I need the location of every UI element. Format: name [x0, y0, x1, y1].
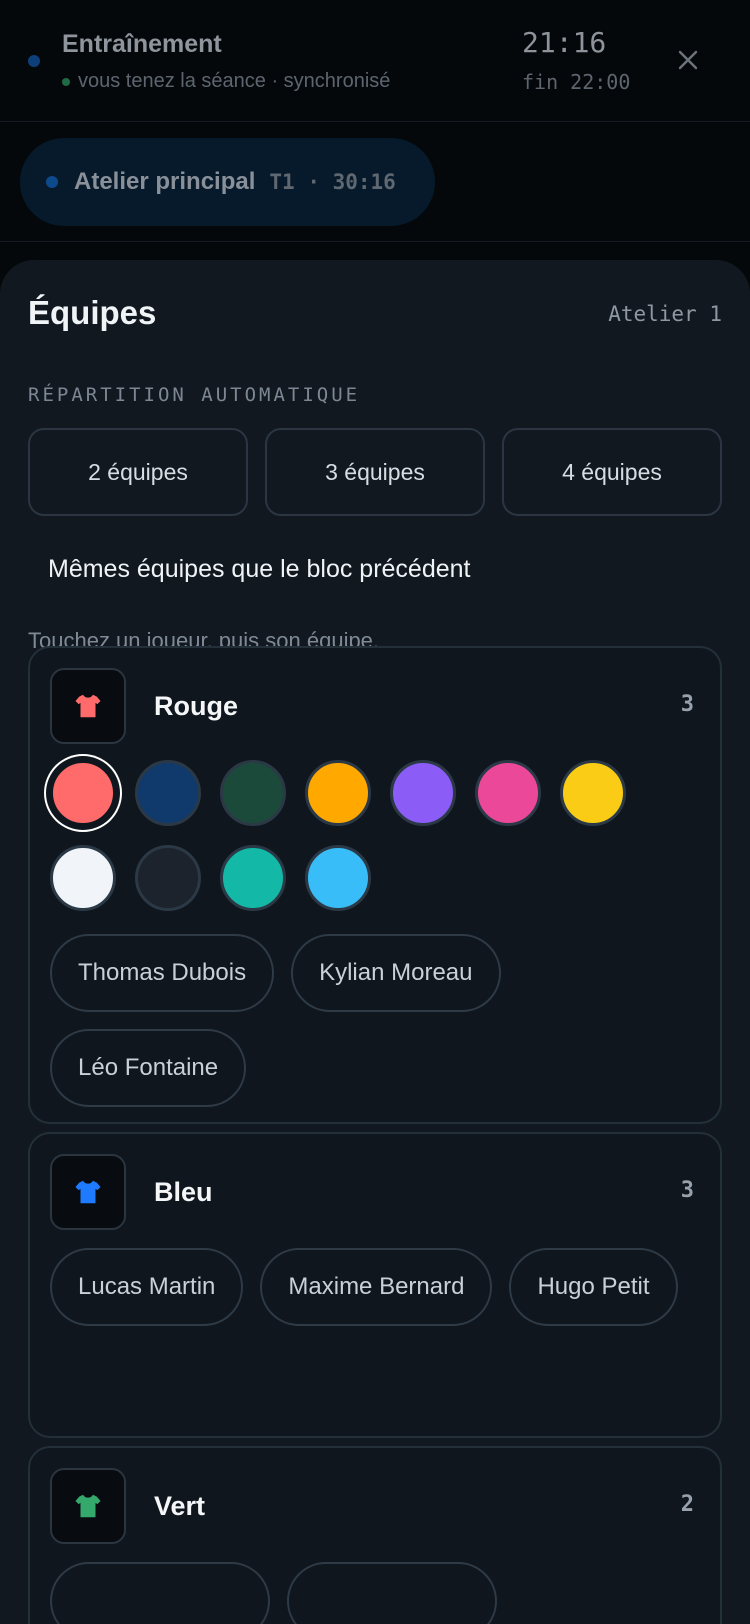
player-chip[interactable]: Kylian Moreau [291, 934, 501, 1012]
player-chip[interactable]: Thomas Dubois [50, 934, 275, 1012]
player-chip[interactable]: Léo Fontaine [50, 1029, 247, 1107]
team-name: Vert [154, 1490, 206, 1521]
team-header: Rouge [50, 668, 238, 744]
player-chip[interactable]: Hugo Petit [509, 1248, 678, 1326]
session-header: Entraînement vous tenez la séance · sync… [0, 0, 750, 122]
team-name: Bleu [154, 1176, 213, 1207]
team-card-bleu[interactable]: Bleu 3 Lucas Martin Maxime Bernard Hugo … [28, 1132, 722, 1438]
color-picker [50, 760, 650, 911]
sync-dot [62, 77, 70, 86]
workshop-pill[interactable]: Atelier principal T1 · 30:16 [20, 138, 435, 226]
color-swatch-sky[interactable] [305, 845, 371, 911]
player-chip[interactable]: Lucas Martin [50, 1248, 244, 1326]
session-status-text: vous tenez la séance · synchronisé [78, 70, 391, 92]
jersey-icon [75, 694, 101, 718]
auto-split-buttons: 2 équipes 3 équipes 4 équipes [28, 428, 722, 516]
color-swatch-white[interactable] [50, 845, 116, 911]
team-player-list: Thomas Dubois Kylian Moreau Léo Fontaine [50, 934, 710, 1107]
split-3-teams-button[interactable]: 3 équipes [265, 428, 485, 516]
session-end-time: fin 22:00 [522, 70, 631, 94]
workshop-dot [46, 176, 58, 188]
color-swatch-pink[interactable] [475, 760, 541, 826]
jersey-icon-box[interactable] [50, 1468, 126, 1544]
color-swatch-navy[interactable] [135, 760, 201, 826]
color-swatch-purple[interactable] [390, 760, 456, 826]
workshop-name: Atelier principal [74, 168, 256, 195]
team-player-count: 3 [680, 692, 694, 717]
team-card-rouge[interactable]: Rouge 3 Thomas Dubois Kylian Moreau Léo … [28, 646, 722, 1124]
teams-sheet: Équipes Atelier 1 RÉPARTITION AUTOMATIQU… [0, 260, 750, 1624]
player-chip[interactable] [287, 1562, 497, 1624]
player-chip[interactable] [50, 1562, 270, 1624]
split-4-teams-button[interactable]: 4 équipes [502, 428, 722, 516]
session-bar: Atelier principal T1 · 30:16 [0, 122, 750, 242]
sheet-title: Équipes [28, 294, 157, 331]
color-swatch-teal[interactable] [220, 845, 286, 911]
auto-split-label: RÉPARTITION AUTOMATIQUE [28, 384, 361, 406]
status-dot [28, 55, 40, 67]
same-teams-button[interactable]: Mêmes équipes que le bloc précédent [48, 555, 471, 584]
team-name: Rouge [154, 690, 238, 721]
workshop-meta: T1 · 30:16 [269, 170, 396, 194]
team-player-list: Lucas Martin Maxime Bernard Hugo Petit [50, 1248, 710, 1326]
color-swatch-red[interactable] [50, 760, 116, 826]
color-swatch-yellow[interactable] [560, 760, 626, 826]
session-title: Entraînement [62, 30, 222, 58]
jersey-icon [75, 1180, 101, 1204]
team-header: Bleu [50, 1154, 213, 1230]
color-swatch-orange[interactable] [305, 760, 371, 826]
jersey-icon-box[interactable] [50, 1154, 126, 1230]
close-button[interactable] [670, 42, 706, 78]
jersey-icon-box[interactable] [50, 668, 126, 744]
session-status: vous tenez la séance · synchronisé [62, 70, 390, 93]
color-swatch-dark-green[interactable] [220, 760, 286, 826]
team-player-count: 3 [680, 1178, 694, 1203]
workshop-tag: Atelier 1 [608, 302, 722, 326]
split-2-teams-button[interactable]: 2 équipes [28, 428, 248, 516]
player-chip[interactable]: Maxime Bernard [260, 1248, 493, 1326]
color-swatch-black[interactable] [135, 845, 201, 911]
team-player-count: 2 [680, 1492, 694, 1517]
close-icon [678, 50, 698, 70]
clock-time: 21:16 [522, 26, 607, 59]
team-header: Vert [50, 1468, 205, 1544]
team-player-list [50, 1562, 710, 1624]
jersey-icon [75, 1494, 101, 1518]
team-card-vert[interactable]: Vert 2 [28, 1446, 722, 1624]
